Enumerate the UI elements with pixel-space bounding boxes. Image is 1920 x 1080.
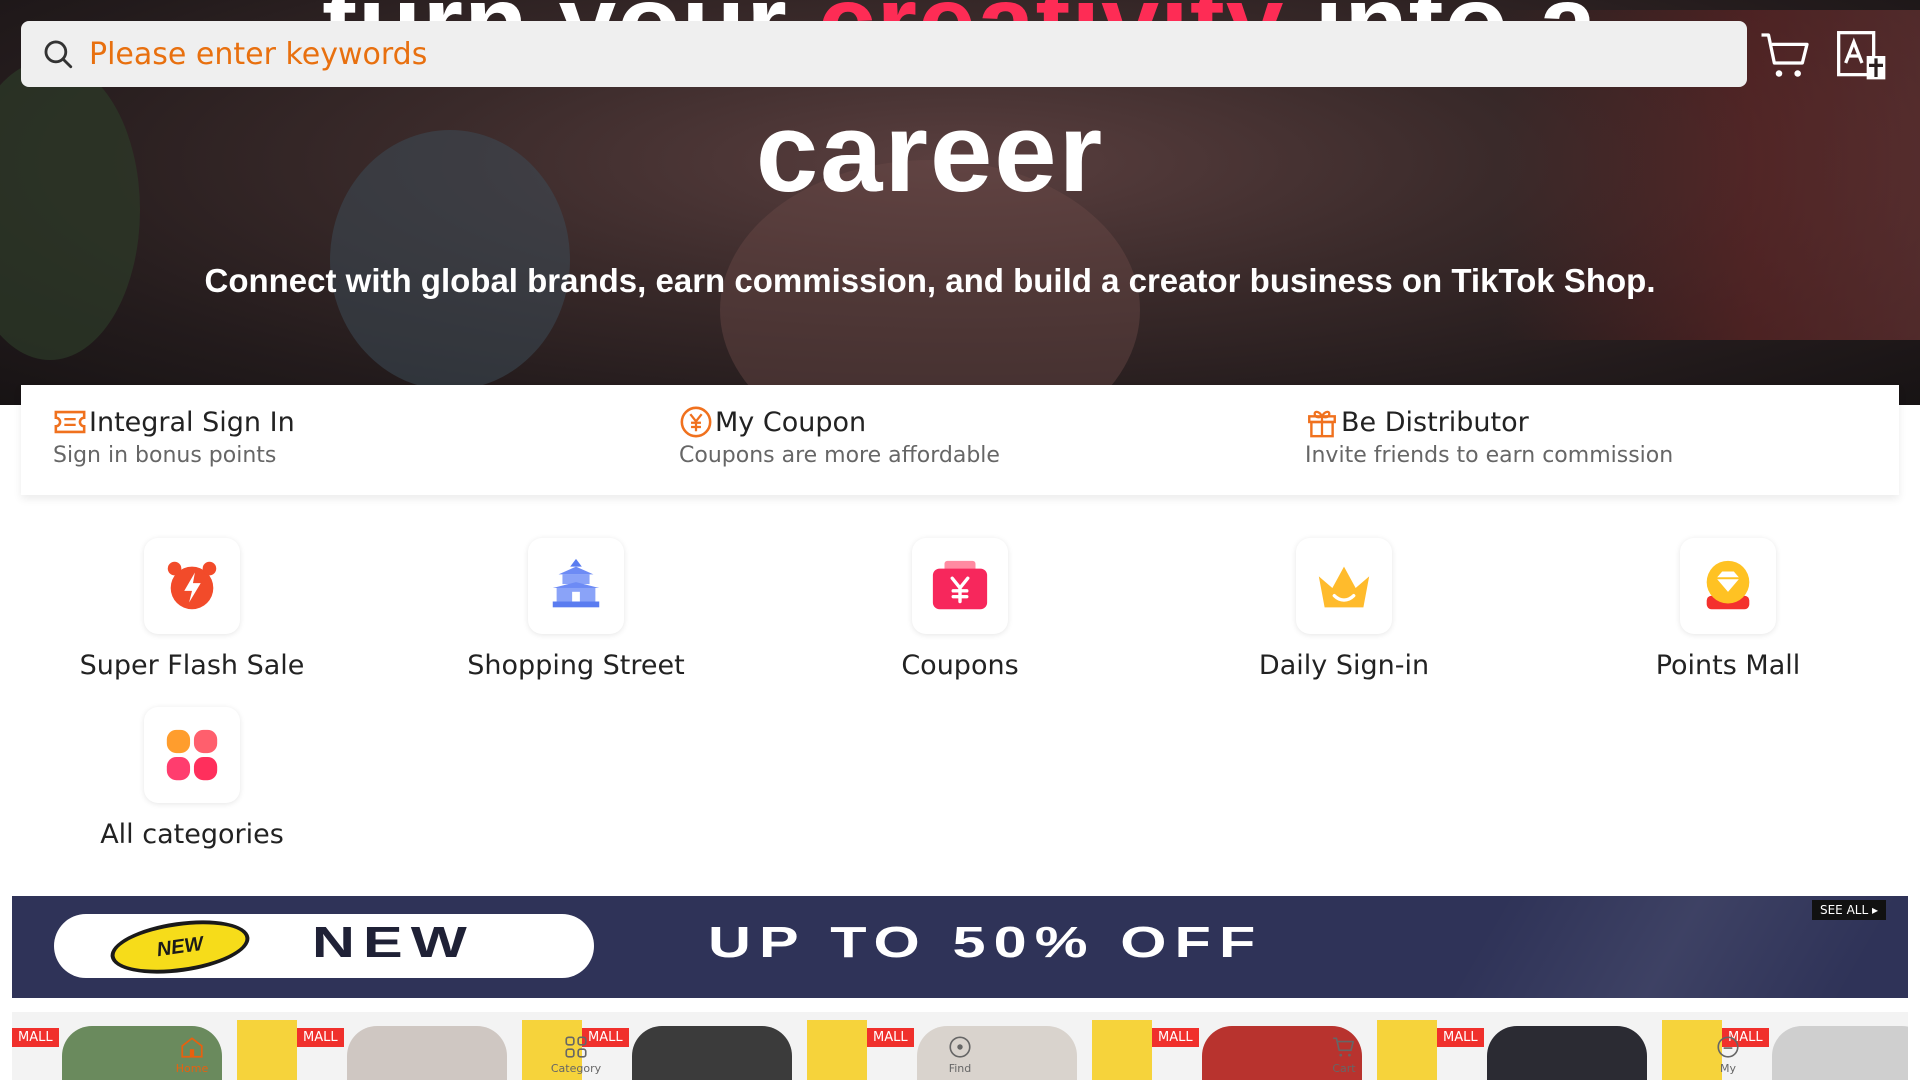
quick-link-be-distributor[interactable]: Be Distributor Invite friends to earn co… <box>1273 385 1899 495</box>
quick-link-integral-sign-in[interactable]: Integral Sign In Sign in bonus points <box>21 385 647 495</box>
category-shopping-street[interactable]: Shopping Street <box>446 538 706 681</box>
category-coupons[interactable]: Coupons <box>830 538 1090 681</box>
quick-link-my-coupon[interactable]: My Coupon Coupons are more affordable <box>647 385 1273 495</box>
category-super-flash-sale[interactable]: Super Flash Sale <box>62 538 322 681</box>
tab-label: Category <box>550 1062 602 1075</box>
mall-badge: MALL <box>297 1028 344 1047</box>
tab-cart[interactable]: Cart <box>1284 1034 1404 1075</box>
tab-label: My <box>1719 1062 1736 1075</box>
tab-category[interactable]: Category <box>516 1034 636 1075</box>
quick-links-card: Integral Sign In Sign in bonus points My… <box>21 385 1899 495</box>
hero-headline-line2: career <box>755 90 1105 215</box>
category-icon-box <box>1680 538 1776 634</box>
quick-link-title-row: My Coupon <box>679 405 1273 439</box>
compass-icon <box>949 1036 971 1058</box>
product-image <box>632 1026 792 1080</box>
cart-icon <box>1333 1037 1355 1057</box>
tab-my[interactable]: My <box>1668 1034 1788 1075</box>
product-image <box>347 1026 507 1080</box>
search-icon <box>44 40 73 69</box>
category-grid-icon <box>565 1036 587 1058</box>
category-label: Points Mall <box>1655 650 1801 681</box>
temple-icon <box>552 558 600 608</box>
quick-link-title: Be Distributor <box>1341 406 1529 438</box>
product-image <box>1487 1026 1647 1080</box>
category-icon-box <box>144 707 240 803</box>
tab-find[interactable]: Find <box>900 1034 1020 1075</box>
category-icon-box <box>528 538 624 634</box>
translate-icon[interactable] <box>1834 28 1890 84</box>
category-daily-sign-in[interactable]: Daily Sign-in <box>1214 538 1474 681</box>
category-icon-box <box>144 538 240 634</box>
ticket-icon <box>54 410 86 434</box>
category-label: Shopping Street <box>467 650 685 681</box>
coupon-icon <box>932 560 988 610</box>
alarm-clock-icon <box>167 561 217 610</box>
banner-offer-text: UP TO 50% OFF <box>708 918 1264 967</box>
mall-badge: MALL <box>1152 1028 1199 1047</box>
category-label: All categories <box>100 819 284 850</box>
banner-new-text: NEW <box>312 918 475 967</box>
yen-coin-icon <box>680 406 712 438</box>
category-label: Coupons <box>901 650 1019 681</box>
category-label: Daily Sign-in <box>1258 650 1430 681</box>
quick-link-desc: Sign in bonus points <box>53 443 277 468</box>
category-icon-box <box>1296 538 1392 634</box>
category-icon-box <box>912 538 1008 634</box>
product-tag <box>1092 1020 1152 1080</box>
home-icon <box>181 1037 203 1058</box>
category-label: Super Flash Sale <box>79 650 305 681</box>
search-input[interactable]: Please enter keywords <box>21 21 1747 87</box>
quick-link-title-row: Integral Sign In <box>53 405 647 439</box>
category-all-categories[interactable]: All categories <box>62 707 322 850</box>
quick-link-desc: Coupons are more affordable <box>679 443 1000 468</box>
tab-home[interactable]: Home <box>132 1034 252 1075</box>
diamond-icon <box>1706 560 1750 610</box>
see-all-button[interactable]: SEE ALL ▸ <box>1811 900 1886 920</box>
crown-icon <box>1318 566 1370 608</box>
product-tag <box>807 1020 867 1080</box>
quick-link-title-row: Be Distributor <box>1305 405 1899 439</box>
tab-label: Find <box>948 1062 972 1075</box>
quick-link-title: Integral Sign In <box>89 406 295 438</box>
search-placeholder: Please enter keywords <box>89 36 428 72</box>
grid-flower-icon <box>166 729 218 781</box>
gift-icon <box>1308 410 1336 438</box>
mall-badge: MALL <box>1437 1028 1484 1047</box>
mall-badge: MALL <box>12 1028 59 1047</box>
promo-banner[interactable]: NEW NEW UP TO 50% OFF SEE ALL ▸ <box>12 896 1908 998</box>
profile-icon <box>1717 1036 1739 1058</box>
product-image <box>1772 1026 1908 1080</box>
tab-label: Cart <box>1332 1062 1356 1075</box>
tab-label: Home <box>175 1062 209 1075</box>
hero-subtitle: Connect with global brands, earn commiss… <box>204 262 1656 299</box>
cart-icon[interactable] <box>1758 28 1814 84</box>
category-points-mall[interactable]: Points Mall <box>1598 538 1858 681</box>
quick-link-desc: Invite friends to earn commission <box>1305 443 1674 468</box>
quick-link-title: My Coupon <box>715 406 867 438</box>
